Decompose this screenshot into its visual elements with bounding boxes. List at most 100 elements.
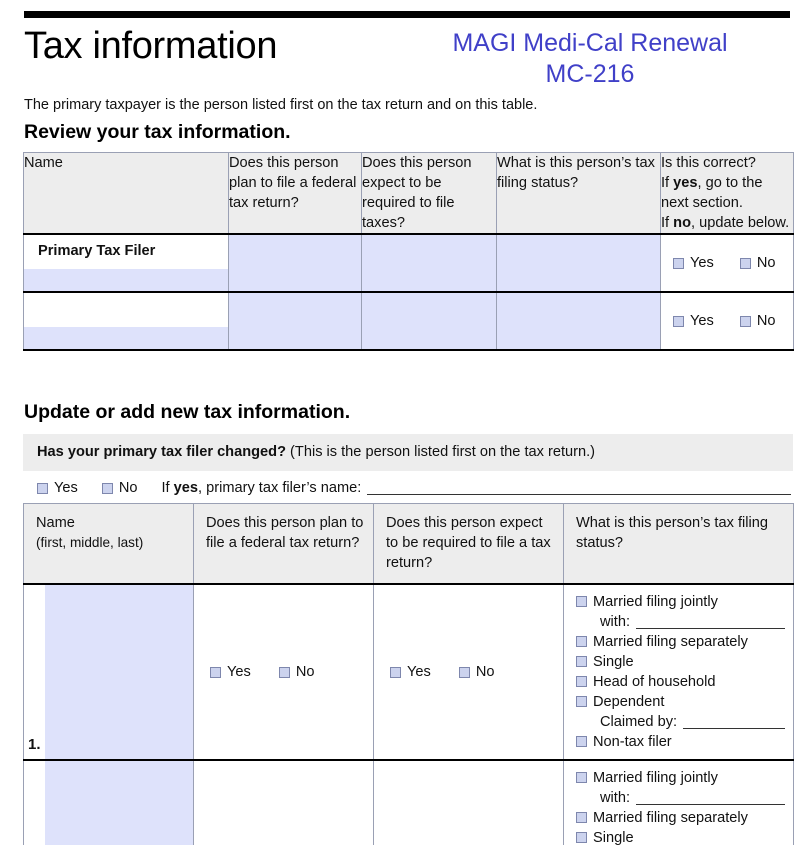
checkbox-icon[interactable] bbox=[37, 482, 48, 494]
option-dependent[interactable]: Dependent bbox=[576, 692, 785, 712]
cell-name-second[interactable] bbox=[23, 291, 229, 351]
primary-filer-name-input[interactable] bbox=[367, 482, 791, 495]
checkbox-label-yes: Yes bbox=[690, 313, 714, 329]
option-married-filing-jointly[interactable]: Married filing jointly bbox=[576, 592, 785, 612]
row-number: 1. bbox=[28, 736, 41, 753]
cell-expect-required-row2: Yes No bbox=[373, 759, 564, 845]
ifyes-bold: yes bbox=[173, 480, 198, 496]
primary-filer-changed-question: Has your primary tax filer changed? (Thi… bbox=[23, 434, 793, 471]
is-correct-yes-bold: yes bbox=[673, 175, 698, 191]
cell-name-primary[interactable]: Primary Tax Filer bbox=[23, 233, 229, 293]
checkbox-icon[interactable] bbox=[576, 676, 587, 687]
checkbox-icon[interactable] bbox=[458, 666, 470, 678]
married-jointly-with-input[interactable] bbox=[636, 792, 785, 805]
cell-name-row2[interactable]: 2. bbox=[23, 759, 194, 845]
option-label: Head of household bbox=[593, 674, 716, 690]
intro-text: The primary taxpayer is the person liste… bbox=[24, 97, 538, 113]
cell-plan-to-file[interactable] bbox=[228, 291, 362, 351]
checkbox-icon[interactable] bbox=[278, 666, 290, 678]
checkbox-icon[interactable] bbox=[673, 315, 684, 327]
checkbox-is-correct-yes[interactable]: Yes bbox=[673, 255, 714, 271]
form-name: MAGI Medi-Cal Renewal MC-216 bbox=[390, 28, 790, 90]
checkbox-filer-changed-yes[interactable]: Yes bbox=[37, 480, 78, 496]
checkbox-icon[interactable] bbox=[576, 812, 587, 823]
checkbox-label-no: No bbox=[756, 255, 776, 271]
option-single[interactable]: Single bbox=[576, 652, 785, 672]
option-head-of-household[interactable]: Head of household bbox=[576, 672, 785, 692]
option-non-tax-filer[interactable]: Non-tax filer bbox=[576, 732, 785, 752]
is-correct-title: Is this correct? bbox=[661, 155, 756, 171]
checkbox-expect-yes[interactable]: Yes bbox=[390, 664, 431, 680]
checkbox-icon[interactable] bbox=[739, 257, 751, 269]
checkbox-label-no: No bbox=[756, 313, 776, 329]
checkbox-filer-changed-no[interactable]: No bbox=[101, 480, 138, 496]
name-input-fill[interactable] bbox=[24, 269, 228, 291]
checkbox-icon[interactable] bbox=[576, 696, 587, 707]
claimed-by-input[interactable] bbox=[683, 716, 785, 729]
primary-filer-changed-answer-row: Yes No If yes, primary tax filer’s name: bbox=[23, 471, 793, 496]
checkbox-icon[interactable] bbox=[576, 596, 587, 607]
option-single[interactable]: Single bbox=[576, 828, 785, 845]
checkbox-icon[interactable] bbox=[576, 832, 587, 843]
checkbox-icon[interactable] bbox=[390, 666, 401, 678]
option-married-filing-jointly[interactable]: Married filing jointly bbox=[576, 768, 785, 788]
with-label: with: bbox=[600, 790, 631, 806]
filing-status-options: Married filing jointly with: Married fil… bbox=[564, 761, 793, 845]
checkbox-plan-no[interactable]: No bbox=[278, 664, 314, 680]
checkbox-plan-yes[interactable]: Yes bbox=[210, 664, 251, 680]
name-input-field[interactable] bbox=[45, 761, 193, 845]
checkbox-icon[interactable] bbox=[576, 636, 587, 647]
checkbox-icon[interactable] bbox=[576, 656, 587, 667]
option-label: Single bbox=[593, 654, 634, 670]
option-married-filing-separately[interactable]: Married filing separately bbox=[576, 808, 785, 828]
checkbox-expect-no[interactable]: No bbox=[458, 664, 495, 680]
checkbox-is-correct-no[interactable]: No bbox=[739, 255, 776, 271]
with-label: with: bbox=[600, 614, 631, 630]
col-header-name-main: Name bbox=[36, 515, 75, 531]
cell-plan-to-file[interactable] bbox=[228, 233, 362, 293]
is-correct-no-bold: no bbox=[673, 215, 692, 231]
checkbox-label-no: No bbox=[118, 480, 138, 496]
primary-filer-name-prompt: If yes, primary tax filer’s name: bbox=[161, 480, 361, 496]
checkbox-label-yes: Yes bbox=[227, 664, 251, 680]
cell-filing-status[interactable] bbox=[496, 291, 661, 351]
cell-expect-required[interactable] bbox=[361, 233, 497, 293]
checkbox-is-correct-yes[interactable]: Yes bbox=[673, 313, 714, 329]
checkbox-icon[interactable] bbox=[101, 482, 113, 494]
dependent-claimed-by-line: Claimed by: bbox=[576, 712, 785, 732]
col-header-plan-to-file: Does this person plan to file a federal … bbox=[193, 503, 374, 585]
page-title: Tax information bbox=[24, 25, 278, 67]
name-input-fill[interactable] bbox=[24, 327, 228, 349]
option-label: Single bbox=[593, 830, 634, 845]
col-header-expect-required: Does this person expect to be required t… bbox=[361, 152, 497, 235]
married-jointly-with-line: with: bbox=[576, 788, 785, 808]
table-row: Primary Tax Filer Yes No bbox=[23, 233, 794, 293]
option-married-filing-separately[interactable]: Married filing separately bbox=[576, 632, 785, 652]
cell-name-row1[interactable]: 1. bbox=[23, 583, 194, 761]
checkbox-label-no: No bbox=[475, 664, 495, 680]
ifyes-pre: If bbox=[161, 480, 174, 496]
cell-expect-required[interactable] bbox=[361, 291, 497, 351]
table-row: Yes No bbox=[23, 291, 794, 351]
checkbox-icon[interactable] bbox=[673, 257, 684, 269]
checkbox-icon[interactable] bbox=[576, 736, 587, 747]
cell-filing-status-row1: Married filing jointly with: Married fil… bbox=[563, 583, 794, 761]
checkbox-label-yes: Yes bbox=[407, 664, 431, 680]
checkbox-icon[interactable] bbox=[210, 666, 221, 678]
primary-tax-filer-label: Primary Tax Filer bbox=[38, 243, 156, 259]
page-header: Tax information MAGI Medi-Cal Renewal MC… bbox=[0, 22, 805, 97]
table-header-row: Name Does this person plan to file a fed… bbox=[23, 152, 794, 235]
table-row: 1. Yes No Yes No Married filing jointly … bbox=[23, 583, 794, 761]
filing-status-options: Married filing jointly with: Married fil… bbox=[564, 585, 793, 759]
married-jointly-with-input[interactable] bbox=[636, 616, 785, 629]
name-input-field[interactable] bbox=[45, 585, 193, 759]
cell-plan-to-file-row1: Yes No bbox=[193, 583, 374, 761]
form-page: Tax information MAGI Medi-Cal Renewal MC… bbox=[0, 0, 805, 845]
cell-filing-status[interactable] bbox=[496, 233, 661, 293]
checkbox-is-correct-no[interactable]: No bbox=[739, 313, 776, 329]
cell-is-correct: Yes No bbox=[660, 291, 794, 351]
checkbox-icon[interactable] bbox=[576, 772, 587, 783]
col-header-filing-status: What is this person’s tax filing status? bbox=[563, 503, 794, 585]
col-header-name-sub: (first, middle, last) bbox=[36, 535, 144, 550]
checkbox-icon[interactable] bbox=[739, 315, 751, 327]
